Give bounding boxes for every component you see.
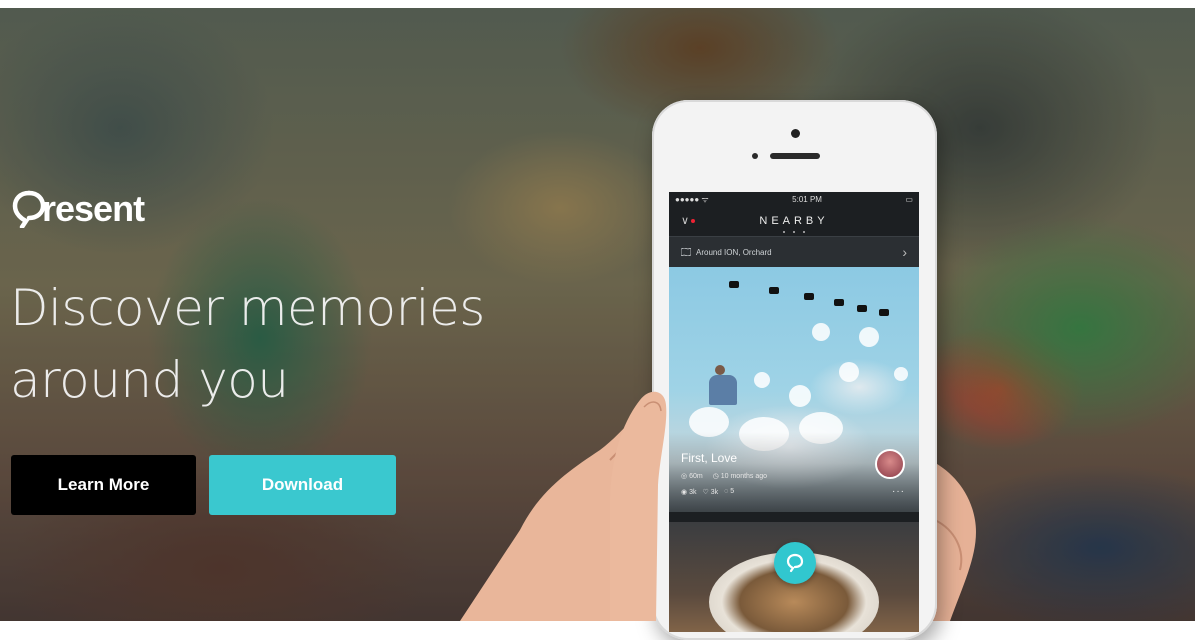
pin-logo-icon [12, 190, 46, 228]
phone-camera [791, 129, 800, 138]
chevron-right-icon[interactable]: › [902, 244, 907, 260]
page-indicator [669, 231, 919, 233]
location-bar[interactable]: Around ION, Orchard › [669, 236, 919, 267]
nav-title: NEARBY [759, 215, 829, 227]
phone-speaker [770, 153, 820, 159]
clock-icon: ◷ [712, 473, 719, 480]
download-button[interactable]: Download [209, 455, 396, 515]
map-icon [681, 248, 691, 256]
thumb-illustration [610, 391, 667, 621]
headline-line-2: around you [10, 351, 289, 409]
time-item: ◷ 10 months ago [712, 473, 768, 480]
location-label: Around ION, Orchard [696, 247, 772, 257]
present-logo[interactable]: resent [12, 188, 145, 229]
phone-sensor [752, 153, 758, 159]
headline-line-1: Discover memories [10, 279, 485, 337]
learn-more-button[interactable]: Learn More [11, 455, 196, 515]
card-meta-row: ◎ 60m ◷ 10 months ago [681, 472, 767, 480]
phone-mockup: ●●●●● ᯤ 5:01 PM ▭ ∨ NEARBY Around ION, O… [652, 100, 937, 640]
notification-dot [691, 219, 696, 224]
battery-icon: ▭ [905, 194, 913, 204]
eye-icon: ◉ [681, 489, 688, 496]
app-navbar: ∨ NEARBY [669, 206, 919, 236]
heart-icon: ♡ [702, 489, 709, 496]
status-time: 5:01 PM [792, 194, 822, 204]
menu-chevron-icon[interactable]: ∨ [681, 214, 696, 227]
user-avatar[interactable] [875, 449, 905, 479]
memory-card[interactable]: First, Love ◎ 60m ◷ 10 months ago ◉ 3k ♡… [669, 267, 919, 512]
hero-headline: Discover memories around you [10, 272, 485, 416]
logo-text: resent [42, 188, 145, 229]
memory-card-2[interactable] [669, 522, 919, 632]
present-fab-button[interactable] [774, 542, 816, 584]
status-bar: ●●●●● ᯤ 5:01 PM ▭ [669, 192, 919, 206]
comments-item: ◌ 5 [724, 488, 735, 495]
more-options-icon[interactable]: ··· [892, 486, 905, 497]
card-title: First, Love [681, 451, 738, 465]
card-photo-subject [709, 365, 737, 405]
location-icon: ◎ [681, 473, 688, 480]
card-stats-row: ◉ 3k ♡ 3k ◌ 5 [681, 488, 734, 496]
signal-indicator: ●●●●● ᯤ [675, 194, 709, 204]
pin-icon [786, 553, 804, 573]
distance-item: ◎ 60m [681, 473, 703, 480]
views-item: ◉ 3k [681, 489, 697, 496]
likes-item: ♡ 3k [702, 489, 719, 496]
comment-icon: ◌ [724, 488, 729, 495]
phone-screen: ●●●●● ᯤ 5:01 PM ▭ ∨ NEARBY Around ION, O… [669, 192, 919, 632]
